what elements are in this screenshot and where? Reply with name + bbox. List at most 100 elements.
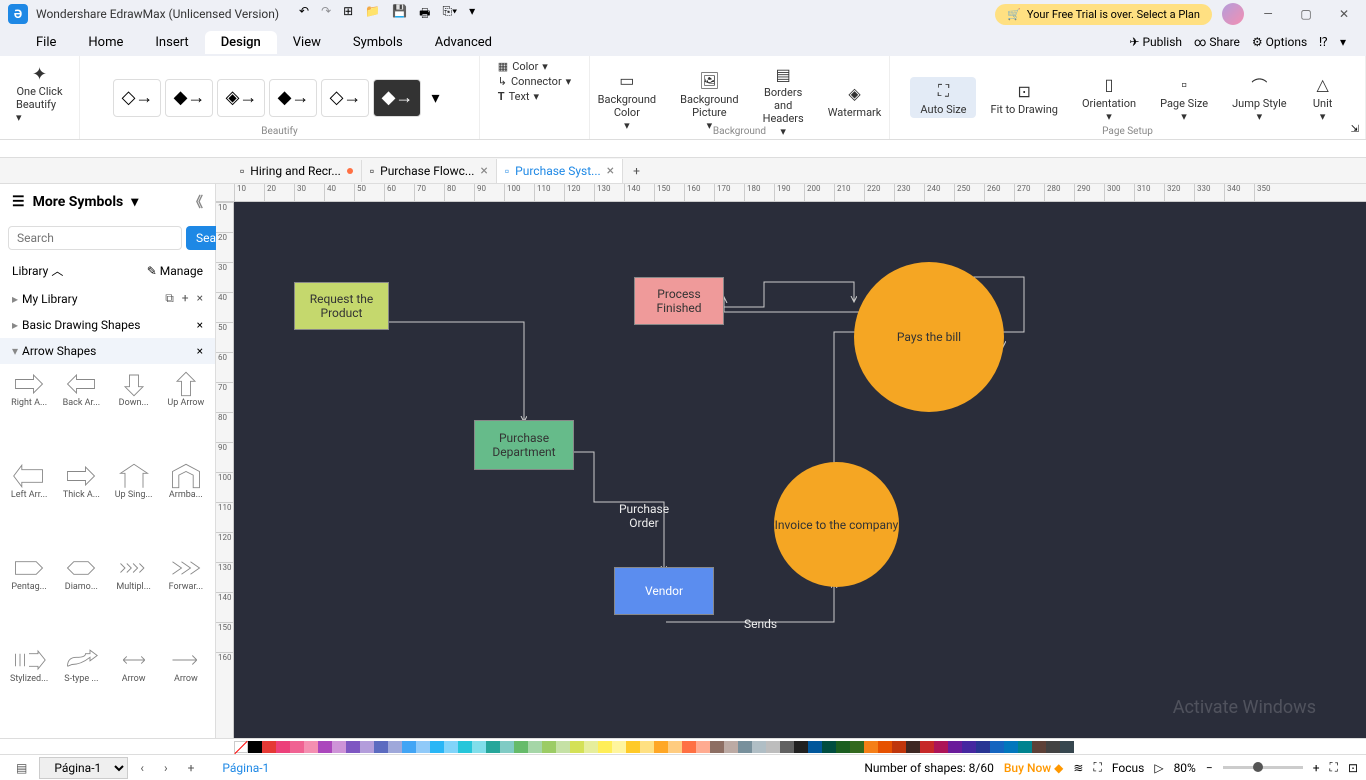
color-swatch[interactable] <box>654 741 668 753</box>
shape-pays-bill[interactable]: Pays the bill <box>854 262 1004 412</box>
color-swatch[interactable] <box>710 741 724 753</box>
color-swatch[interactable] <box>780 741 794 753</box>
color-swatch[interactable] <box>962 741 976 753</box>
color-swatch[interactable] <box>1018 741 1032 753</box>
no-color-swatch[interactable] <box>234 741 248 753</box>
shape-armband[interactable]: Armba... <box>161 460 211 550</box>
play-icon[interactable]: ▷ <box>1154 761 1163 775</box>
maximize-button[interactable]: ▢ <box>1292 4 1320 24</box>
basic-shapes-section[interactable]: ▸Basic Drawing Shapes × <box>0 312 215 338</box>
color-swatch[interactable] <box>584 741 598 753</box>
color-swatch[interactable] <box>388 741 402 753</box>
menu-advanced[interactable]: Advanced <box>419 31 508 54</box>
color-swatch[interactable] <box>290 741 304 753</box>
jump-style-button[interactable]: ⌒Jump Style▾ <box>1222 71 1297 125</box>
menu-design[interactable]: Design <box>205 31 277 54</box>
shape-s-type[interactable]: S-type ... <box>56 644 106 734</box>
color-swatch[interactable] <box>1060 741 1074 753</box>
library-label[interactable]: Library <box>12 264 48 278</box>
style-preset-4[interactable]: ◆→ <box>269 79 317 117</box>
shape-thick-arrow[interactable]: Thick A... <box>56 460 106 550</box>
unit-button[interactable]: △Unit▾ <box>1301 71 1345 125</box>
new-icon[interactable]: ⊞ <box>343 4 353 25</box>
user-avatar[interactable] <box>1222 3 1244 25</box>
menu-home[interactable]: Home <box>72 31 139 54</box>
zoom-in-icon[interactable]: + <box>1313 761 1320 775</box>
export-icon[interactable]: ⎘▾ <box>442 4 457 25</box>
color-swatch[interactable] <box>724 741 738 753</box>
shape-arrow-single[interactable]: Arrow <box>161 644 211 734</box>
more-icon[interactable]: ▾ <box>469 4 475 25</box>
page-list-icon[interactable]: ▤ <box>8 761 35 775</box>
next-page-icon[interactable]: › <box>156 761 176 775</box>
style-preset-3[interactable]: ◈→ <box>217 79 265 117</box>
orientation-button[interactable]: ▯Orientation▾ <box>1072 71 1146 125</box>
style-preset-5[interactable]: ◇→ <box>321 79 369 117</box>
color-swatch[interactable] <box>850 741 864 753</box>
connector-dropdown[interactable]: ↳ Connector ▾ <box>498 75 571 88</box>
color-swatch[interactable] <box>374 741 388 753</box>
shape-right-arrow[interactable]: Right A... <box>4 368 54 458</box>
shape-back-arrow[interactable]: Back Ar... <box>56 368 106 458</box>
bg-picture-button[interactable]: 🖼Background Picture▾ <box>670 67 748 134</box>
focus-label[interactable]: Focus <box>1112 761 1144 775</box>
color-swatch[interactable] <box>458 741 472 753</box>
color-swatch[interactable] <box>738 741 752 753</box>
color-swatch[interactable] <box>318 741 332 753</box>
zoom-slider[interactable] <box>1223 766 1303 769</box>
close-button[interactable]: ✕ <box>1330 4 1358 24</box>
fit-page-icon[interactable]: ⛶ <box>1330 760 1338 775</box>
one-click-beautify-button[interactable]: ✦ One Click Beautify ▾ <box>8 60 71 128</box>
style-preset-1[interactable]: ◇→ <box>113 79 161 117</box>
shape-purchase-department[interactable]: Purchase Department <box>474 420 574 470</box>
color-swatch[interactable] <box>794 741 808 753</box>
remove-icon[interactable]: × <box>197 318 203 332</box>
add-page-icon[interactable]: + <box>180 761 203 775</box>
color-swatch[interactable] <box>360 741 374 753</box>
color-swatch[interactable] <box>836 741 850 753</box>
color-swatch[interactable] <box>276 741 290 753</box>
menu-file[interactable]: File <box>20 31 72 54</box>
color-swatch[interactable] <box>934 741 948 753</box>
redo-icon[interactable]: ↷ <box>321 4 331 25</box>
options-button[interactable]: ⚙ Options <box>1252 35 1307 49</box>
color-swatch[interactable] <box>570 741 584 753</box>
shape-forward[interactable]: Forwar... <box>161 552 211 642</box>
color-swatch[interactable] <box>864 741 878 753</box>
notifications-icon[interactable]: ⁉ <box>1319 35 1328 49</box>
tab-close-icon[interactable]: × <box>607 163 614 179</box>
color-swatch[interactable] <box>822 741 836 753</box>
color-swatch[interactable] <box>346 741 360 753</box>
page-setup-expand-icon[interactable]: ⇲ <box>1351 124 1359 135</box>
color-swatch[interactable] <box>500 741 514 753</box>
undo-icon[interactable]: ↶ <box>299 4 309 25</box>
color-swatch[interactable] <box>402 741 416 753</box>
bg-color-button[interactable]: ▭Background Color▾ <box>588 67 666 134</box>
shape-left-arrow[interactable]: Left Arr... <box>4 460 54 550</box>
shape-invoice[interactable]: Invoice to the company <box>774 462 899 587</box>
shape-pentagon[interactable]: Pentag... <box>4 552 54 642</box>
color-swatch[interactable] <box>626 741 640 753</box>
shape-up-arrow[interactable]: Up Arrow <box>161 368 211 458</box>
share-button[interactable]: ∞ Share <box>1194 35 1240 49</box>
color-swatch[interactable] <box>542 741 556 753</box>
color-swatch[interactable] <box>612 741 626 753</box>
print-icon[interactable]: 🖶 <box>419 4 430 25</box>
shape-request-product[interactable]: Request the Product <box>294 282 389 330</box>
menu-view[interactable]: View <box>277 31 337 54</box>
text-dropdown[interactable]: T Text ▾ <box>498 90 571 103</box>
trial-banner[interactable]: 🛒 Your Free Trial is over. Select a Plan <box>995 4 1212 25</box>
add-icon[interactable]: + <box>182 291 189 306</box>
shape-stylized[interactable]: Stylized... <box>4 644 54 734</box>
color-swatch[interactable] <box>1032 741 1046 753</box>
publish-button[interactable]: ✈ Publish <box>1129 35 1182 49</box>
copy-icon[interactable]: ⧉ <box>165 291 174 306</box>
shape-vendor[interactable]: Vendor <box>614 567 714 615</box>
remove-icon[interactable]: × <box>197 291 203 306</box>
color-swatch[interactable] <box>640 741 654 753</box>
color-swatch[interactable] <box>1004 741 1018 753</box>
layers-icon[interactable]: ≋ <box>1073 761 1083 775</box>
menu-dropdown-icon[interactable]: ▾ <box>1340 35 1346 49</box>
fit-drawing-button[interactable]: ⊡Fit to Drawing <box>980 77 1067 118</box>
shape-diamond[interactable]: Diamo... <box>56 552 106 642</box>
